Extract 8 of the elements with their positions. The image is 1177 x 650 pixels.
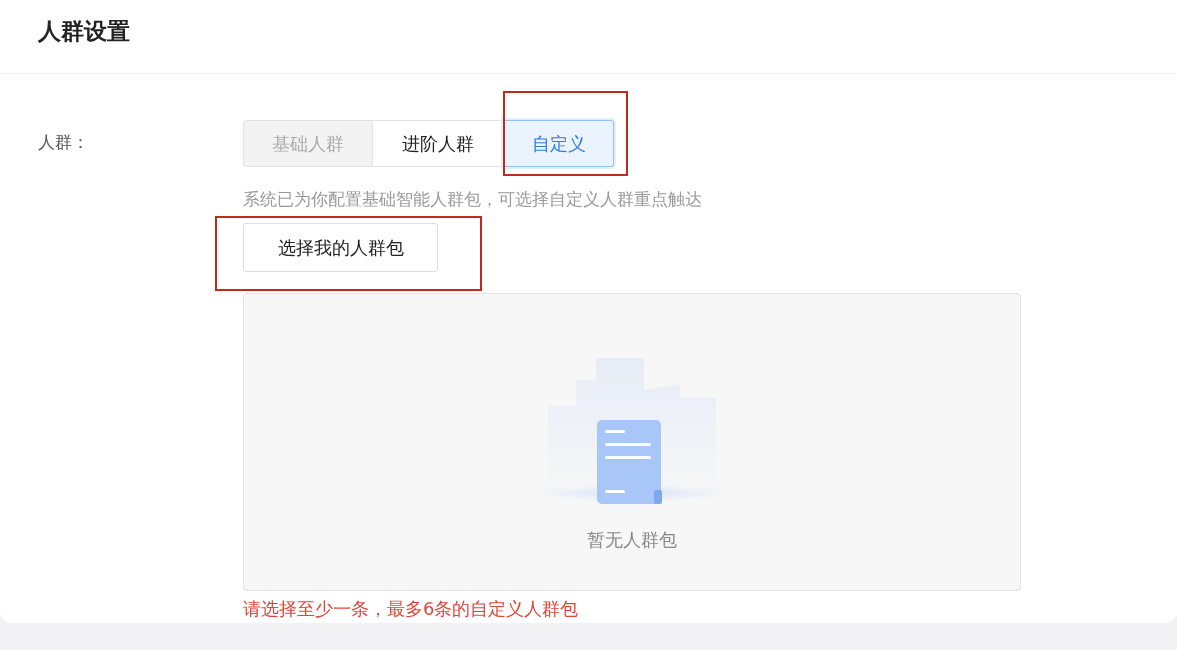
error-message: 请选择至少一条，最多6条的自定义人群包 (243, 596, 579, 621)
page-title: 人群设置 (38, 18, 130, 44)
field-label: 人群： (37, 131, 90, 154)
segment-tab[interactable]: 自定义 (503, 120, 614, 167)
empty-message: 暂无人群包 (587, 527, 677, 552)
select-audience-button[interactable]: 选择我的人群包 (243, 222, 438, 272)
hint-text: 系统已为你配置基础智能人群包，可选择自定义人群重点触达 (243, 188, 702, 211)
segment-tab[interactable]: 进阶人群 (373, 120, 503, 167)
